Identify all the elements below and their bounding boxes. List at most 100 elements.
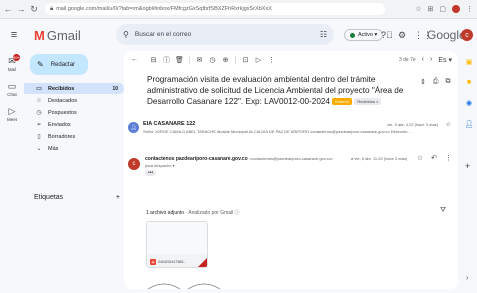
message-collapsed[interactable]: 👤︎ EIA CASANARE 122 Señor JORGE CAMILO A… xyxy=(128,121,454,141)
message-actions: ☆ ↶ ⋮ xyxy=(417,154,452,162)
rail-meet-label: Meet xyxy=(6,117,17,122)
sidebar-item-drafts[interactable]: ▯ Borradores xyxy=(24,131,124,142)
back-arrow-icon[interactable]: ← xyxy=(3,3,13,15)
subject-actions: ⇕ ⎙ ⧉ xyxy=(420,78,450,86)
attachment-card[interactable]: ▤ 0404202417565... xyxy=(146,221,208,268)
sender-name-text: contactenos pazdeariporo-casanare.gov.co xyxy=(145,156,248,162)
compose-button[interactable]: ✎ Redactar xyxy=(30,54,88,75)
keep-icon[interactable]: ■ xyxy=(464,77,474,87)
back-to-inbox-icon[interactable]: ← xyxy=(128,56,141,63)
sender-name: contactenos pazdeariporo-casanare.gov.co… xyxy=(145,156,333,162)
attachments-count: 1 archivo adjunto xyxy=(146,210,185,216)
gmail-m-icon: M xyxy=(34,27,45,43)
show-trimmed-content-button[interactable]: ••• xyxy=(145,170,157,176)
browser-menu-icon[interactable]: ⋮ xyxy=(466,5,473,13)
forward-arrow-icon[interactable]: → xyxy=(16,3,26,15)
reload-icon[interactable]: ↻ xyxy=(29,3,39,15)
contacts-icon[interactable]: 👤︎ xyxy=(464,119,474,129)
search-options-icon[interactable]: ☷ xyxy=(320,30,327,39)
rail-mail[interactable]: ✉ 99+ Mail xyxy=(0,54,24,72)
prev-chevron-icon[interactable]: ‹ xyxy=(422,56,424,63)
help-icon[interactable]: ?⃝ xyxy=(381,30,393,40)
gmail-logo-text: Gmail xyxy=(46,27,81,43)
search-bar[interactable]: ⚲ Buscar en el correo ☷ xyxy=(116,24,334,45)
sidebar-item-label: Destacados xyxy=(48,97,78,104)
inbox-count: 10 xyxy=(112,85,118,92)
star-icon[interactable]: ☆ xyxy=(417,154,423,162)
toolbar-divider xyxy=(235,55,236,64)
delete-icon[interactable]: 🗑︎ xyxy=(173,56,186,64)
message-toolbar: ← ⊟ ⓘ 🗑︎ ✉ ◷ ⊕ ⊡ ▷ ⋮ 3 de 7e ‹ › Es ▾ xyxy=(124,51,458,68)
draft-icon: ▯ xyxy=(37,134,41,140)
more-options-icon[interactable]: ⋮ xyxy=(265,56,278,64)
pager: 3 de 7e ‹ › Es ▾ xyxy=(399,56,458,64)
rail-chat[interactable]: ▭ Chat xyxy=(0,81,24,97)
search-input[interactable]: Buscar en el correo xyxy=(135,31,191,38)
tasks-icon[interactable]: ◉ xyxy=(464,98,474,108)
mail-unread-badge: 99+ xyxy=(13,54,20,61)
clock-icon: ◷ xyxy=(36,110,42,116)
inbox-label-chip[interactable]: Recibidos × xyxy=(354,98,382,106)
compose-label: Redactar xyxy=(50,61,76,68)
gmail-logo[interactable]: M Gmail xyxy=(34,28,81,43)
save-to-drive-icon[interactable]: ⛛ xyxy=(440,207,446,215)
sidebar-item-more[interactable]: ⌄ Más xyxy=(24,143,124,154)
main-menu-icon[interactable]: ≡ xyxy=(4,29,24,41)
input-tools-icon[interactable]: Es ▾ xyxy=(438,56,452,64)
gmail-header: ≡ M Gmail ⚲ Buscar en el correo ☷ Activo… xyxy=(0,19,477,51)
status-selector[interactable]: Activo ▾ xyxy=(344,29,384,41)
settings-gear-icon[interactable]: ⚙ xyxy=(398,30,406,41)
archive-icon[interactable]: ⊟ xyxy=(147,56,160,64)
side-panel-rail: ▣ ■ ◉ 👤︎ + › xyxy=(462,51,477,293)
forward-button-edge[interactable] xyxy=(187,283,221,289)
address-bar-url: mail.google.com/mail/u/0/?tab=rm&ogbl#in… xyxy=(56,6,272,12)
add-task-icon[interactable]: ⊕ xyxy=(219,56,232,64)
chat-icon: ▭ xyxy=(7,81,17,91)
labels-title: Etiquetas xyxy=(34,194,64,201)
account-avatar[interactable]: c xyxy=(461,29,473,41)
sidebar-item-inbox[interactable]: ▭ Recibidos 10 xyxy=(24,83,124,94)
reply-buttons-partial[interactable] xyxy=(144,279,264,289)
print-icon[interactable]: ⎙ xyxy=(433,78,439,86)
mail-icon: ✉ xyxy=(8,56,16,66)
profile-avatar[interactable] xyxy=(452,5,460,13)
google-account-text[interactable]: Google xyxy=(427,28,466,42)
pdf-icon: ▤ xyxy=(150,258,156,265)
expand-icon[interactable]: ⇕ xyxy=(420,78,426,86)
rail-meet[interactable]: ▷ Meet xyxy=(0,106,24,122)
send-icon: ➢ xyxy=(36,122,42,128)
browser-toolbar: ← → ↻ 🔒︎ mail.google.com/mail/u/0/?tab=r… xyxy=(0,0,477,19)
add-label-button[interactable]: + xyxy=(116,194,120,201)
report-spam-icon[interactable]: ⓘ xyxy=(160,55,173,65)
extensions-icon[interactable]: ⊞ xyxy=(428,5,434,13)
snooze-icon[interactable]: ◷ xyxy=(206,56,219,64)
open-new-window-icon[interactable]: ⧉ xyxy=(445,78,450,86)
reply-icon[interactable]: ↶ xyxy=(431,154,437,162)
browser-actions: ☆ ⊞ ▢ ⋮ xyxy=(415,5,477,13)
search-icon[interactable]: ⚲ xyxy=(123,30,129,39)
sidebar-item-starred[interactable]: ☆ Destacados xyxy=(24,95,124,106)
reply-button-edge[interactable] xyxy=(147,283,181,289)
lock-icon: 🔒︎ xyxy=(50,5,54,12)
sidebar: ✎ Redactar ▭ Recibidos 10 ☆ Destacados ◷… xyxy=(24,51,124,293)
sidebar-item-snoozed[interactable]: ◷ Pospuestos xyxy=(24,107,124,118)
sidebar-item-sent[interactable]: ➢ Enviados xyxy=(24,119,124,130)
add-addon-icon[interactable]: + xyxy=(465,161,470,171)
hide-panel-chevron-icon[interactable]: › xyxy=(466,275,468,282)
pencil-icon: ✎ xyxy=(37,60,44,69)
mark-unread-icon[interactable]: ✉ xyxy=(193,56,206,64)
bookmark-star-icon[interactable]: ☆ xyxy=(415,5,421,13)
next-chevron-icon[interactable]: › xyxy=(430,56,432,63)
calendar-icon[interactable]: ▣ xyxy=(464,57,474,67)
address-bar[interactable]: 🔒︎ mail.google.com/mail/u/0/?tab=rm&ogbl… xyxy=(45,3,385,15)
sender-avatar: c xyxy=(128,158,140,170)
label-icon[interactable]: ▷ xyxy=(252,56,265,64)
window-icon[interactable]: ▢ xyxy=(439,5,446,13)
move-to-icon[interactable]: ⊡ xyxy=(239,56,252,64)
sidebar-item-label: Más xyxy=(48,145,59,152)
rail-mail-label: Mail xyxy=(7,67,17,72)
recipient-line[interactable]: para despacho ▾ xyxy=(145,163,175,168)
more-options-icon[interactable]: ⋮ xyxy=(445,154,452,162)
star-icon[interactable]: ☆ xyxy=(446,121,451,128)
star-icon: ☆ xyxy=(36,98,42,104)
